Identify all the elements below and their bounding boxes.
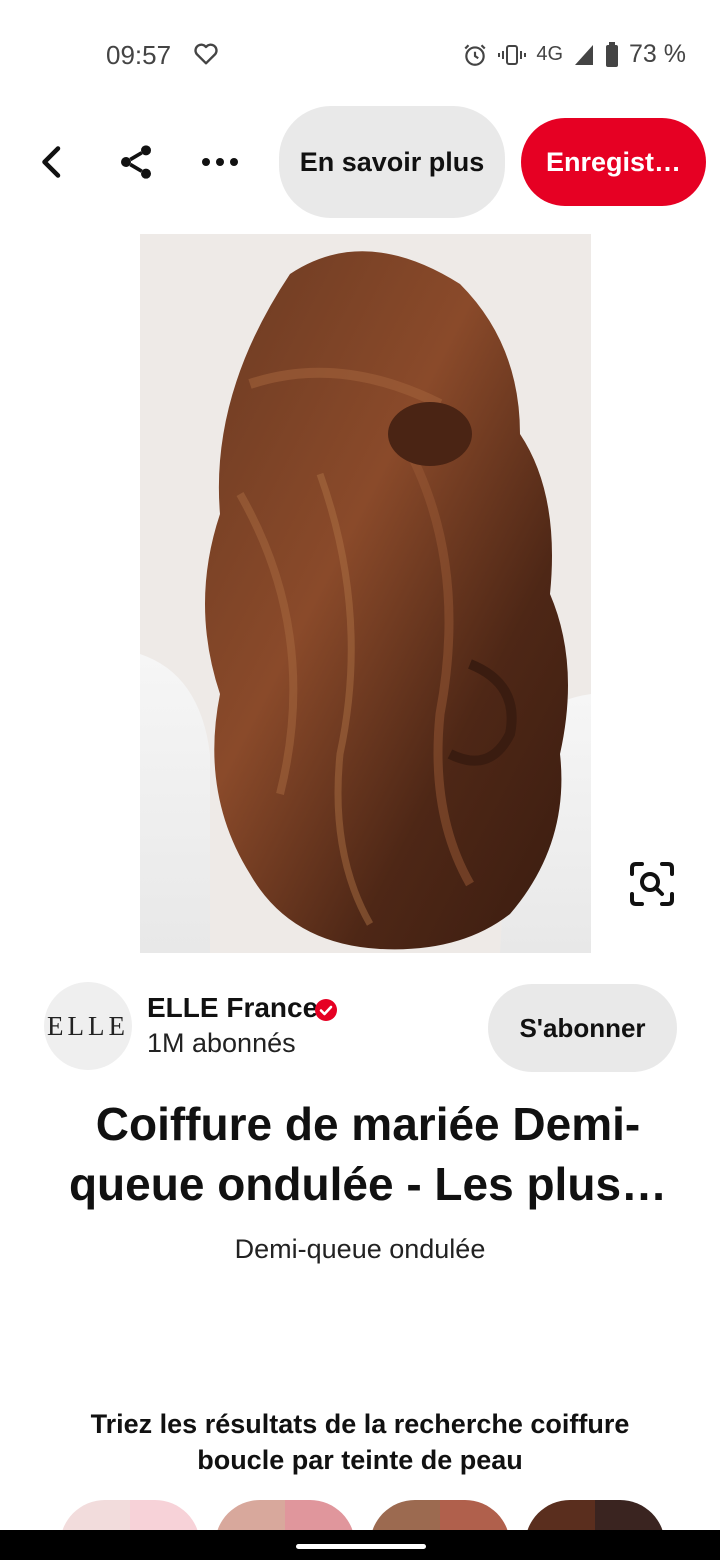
battery-percent: 73 % — [629, 40, 686, 68]
hairstyle-photo — [140, 234, 591, 953]
battery-icon — [606, 41, 619, 67]
status-bar: 09:57 4G 73 % — [0, 0, 720, 110]
pin-description: Demi-queue ondulée — [234, 1234, 486, 1264]
follower-count: 1M abonnés — [147, 1028, 296, 1058]
share-button[interactable] — [106, 132, 166, 192]
visual-search-button[interactable] — [626, 858, 678, 910]
back-button[interactable] — [22, 132, 82, 192]
share-icon — [121, 145, 151, 179]
home-gesture-handle[interactable] — [296, 1544, 426, 1549]
alarm-icon — [464, 43, 486, 66]
status-icons: 4G 73 % — [462, 40, 686, 69]
heart-icon — [194, 43, 218, 65]
signal-icon — [575, 44, 594, 65]
pin-detail-screen: 09:57 4G 73 % En savoir plus Enregist… E… — [0, 0, 720, 1560]
more-dots-icon — [202, 158, 238, 166]
status-time: 09:57 — [106, 40, 172, 70]
learn-more-button[interactable]: En savoir plus — [279, 106, 505, 218]
pin-image[interactable] — [140, 234, 591, 953]
save-button[interactable]: Enregist… — [521, 118, 706, 206]
follow-button[interactable]: S'abonner — [488, 984, 677, 1072]
more-options-button[interactable] — [190, 132, 250, 192]
skin-tone-heading: Triez les résultats de la recherche coif… — [90, 1409, 630, 1475]
chevron-left-icon — [42, 146, 61, 178]
pin-action-bar: En savoir plus Enregist… — [0, 104, 720, 220]
vibrate-icon — [498, 44, 527, 65]
creator-row: ELLE ELLE France 1M abonnés S'abonner — [0, 982, 720, 1074]
network-type: 4G — [536, 43, 564, 65]
system-nav-bar — [0, 1530, 720, 1560]
pin-title: Coiffure de mariée Demi-queue ondulée - … — [68, 1098, 668, 1210]
avatar[interactable]: ELLE — [44, 982, 132, 1070]
avatar-logo-text: ELLE — [47, 1010, 129, 1041]
creator-name[interactable]: ELLE France — [147, 992, 318, 1024]
visual-search-icon — [630, 862, 674, 906]
verified-badge-icon — [315, 999, 337, 1021]
